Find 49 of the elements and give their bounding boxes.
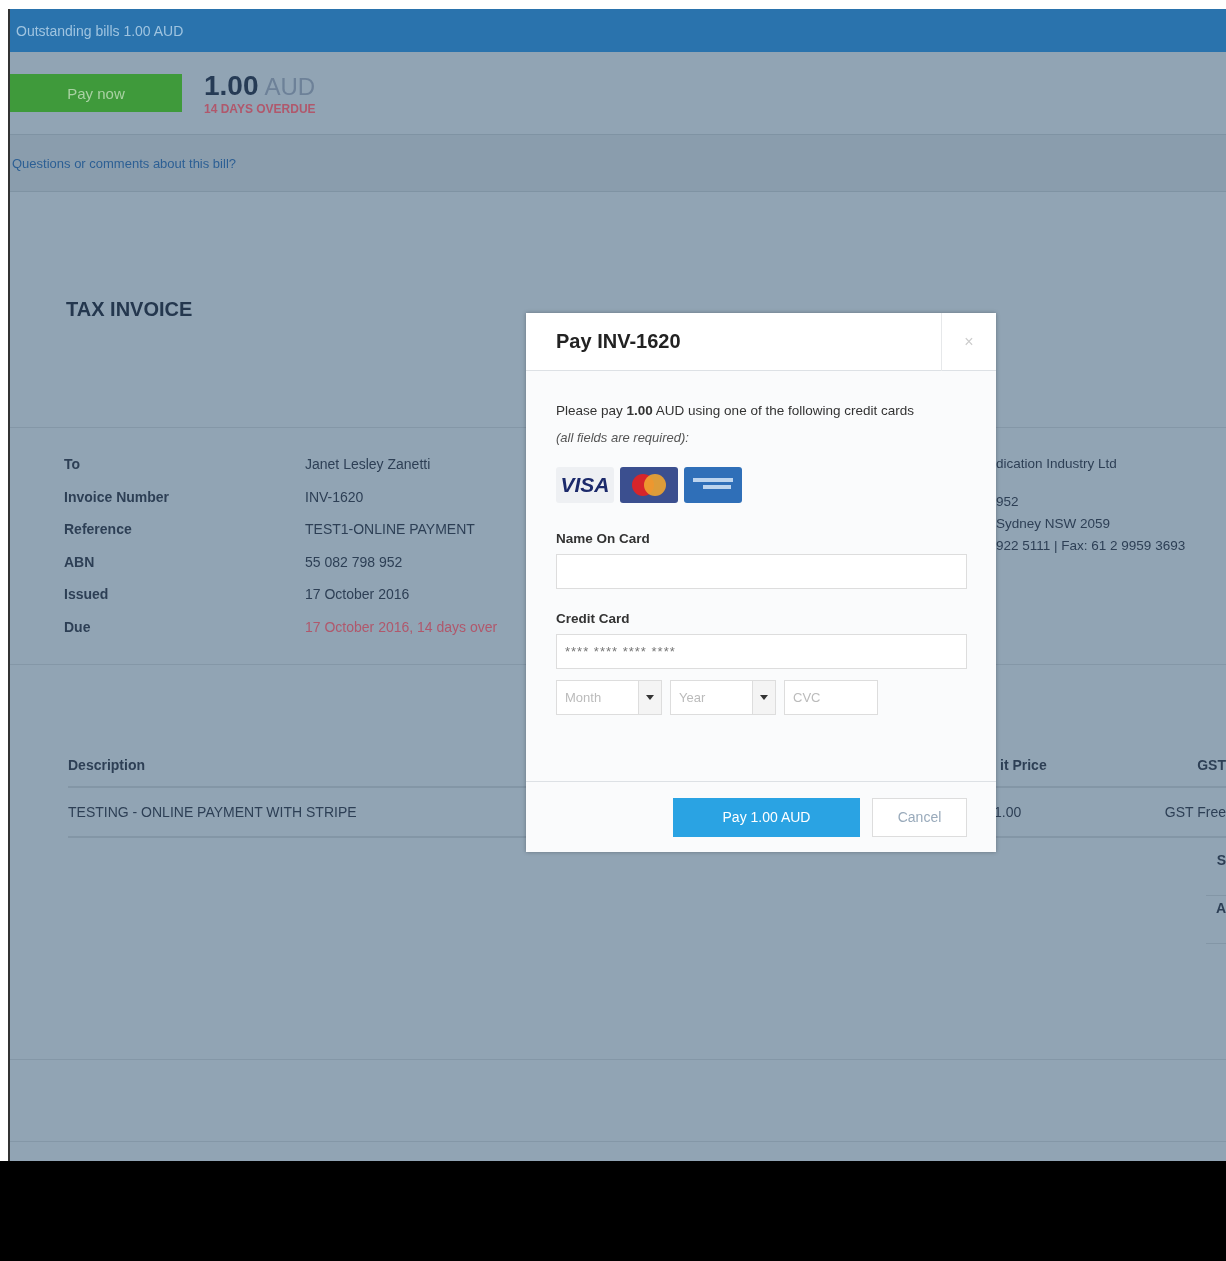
detail-label: Due (64, 618, 91, 637)
field-label: Credit Card (556, 611, 631, 626)
dialog-title: Pay INV-1620 (556, 330, 681, 353)
table-cell: GST Free (1164, 804, 1226, 820)
cancel-button[interactable]: Cancel (872, 797, 967, 837)
questions-link[interactable]: Questions or comments about this bill? (12, 155, 236, 171)
detail-value: INV-1620 (305, 488, 364, 507)
detail-value: 17 October 2016, 14 days over (305, 618, 498, 637)
card-number-field[interactable]: **** **** **** **** (556, 634, 967, 669)
dropdown-button[interactable] (753, 680, 776, 715)
top-bar-title: Outstanding bills 1.00 AUD (16, 22, 184, 39)
detail-label: Issued (64, 586, 109, 604)
column-header: GST (1197, 756, 1226, 773)
column-header: it Price (999, 756, 1047, 773)
invoice-title: TAX INVOICE (66, 298, 193, 321)
amount-due: 1.00 (204, 70, 259, 102)
mastercard-card-icon (620, 467, 678, 503)
field-label: Name On Card (556, 531, 651, 546)
caret-icon (646, 695, 654, 700)
detail-label: Reference (64, 521, 132, 539)
month-field[interactable]: Month (556, 680, 639, 715)
close-button[interactable]: × (941, 312, 996, 371)
detail-value: TEST1-ONLINE PAYMENT (305, 521, 475, 539)
sender-detail: 952 (996, 494, 1019, 511)
year-field[interactable]: Year (670, 680, 753, 715)
detail-value: Janet Lesley Zanetti (305, 456, 431, 474)
dropdown-button[interactable] (639, 680, 662, 715)
amex-card-icon (684, 467, 742, 503)
detail-value: 17 October 2016 (305, 586, 410, 604)
detail-label: Invoice Number (64, 488, 170, 507)
detail-label: To (64, 456, 81, 474)
total-label: A (1206, 896, 1226, 944)
table-cell: TESTING - ONLINE PAYMENT WITH STRIPE (68, 804, 357, 820)
required-note: (all fields are required): (556, 430, 690, 445)
name-input-field[interactable] (556, 554, 967, 589)
column-header: Description (68, 756, 145, 773)
detail-value: 55 082 798 952 (305, 553, 403, 572)
cvc-field[interactable]: CVC (784, 680, 878, 715)
caret-icon (760, 695, 768, 700)
visa-card-icon: VISA (556, 467, 614, 503)
total-label: S (1206, 848, 1226, 896)
payment-instructions: Please pay 1.00 AUD using one of the following credit cards (556, 403, 915, 418)
pay-now-button[interactable]: Pay now (10, 74, 182, 112)
pay-button[interactable]: Pay 1.00 AUD (673, 797, 860, 837)
sender-detail: 922 5111 | Fax: 61 2 9959 3693 (996, 538, 1186, 555)
sender-detail: Sydney NSW 2059 (996, 516, 1111, 533)
detail-label: ABN (64, 553, 95, 572)
overdue-label: 14 DAYS OVERDUE (204, 102, 316, 116)
sender-detail: dication Industry Ltd (996, 456, 1117, 473)
